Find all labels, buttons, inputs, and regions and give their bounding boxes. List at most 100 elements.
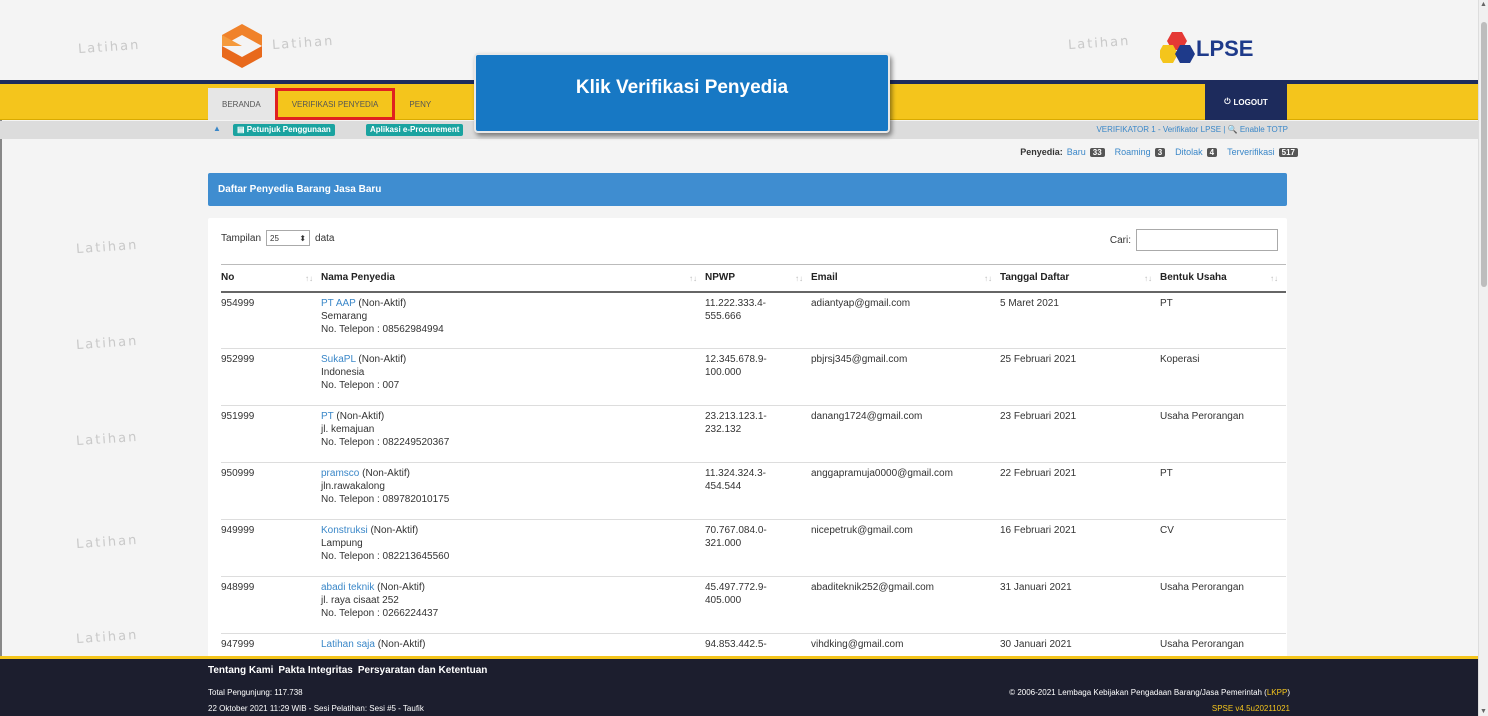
cell-nama: abadi teknik (Non-Aktif) jl. raya cisaat … — [321, 576, 705, 634]
user-info: VERIFIKATOR 1 - Verifikator LPSE | 🔍 Ena… — [1096, 125, 1288, 134]
petunjuk-label: Petunjuk Penggunaan — [246, 125, 331, 134]
cell-no: 949999 — [221, 519, 321, 577]
aplikasi-button[interactable]: Aplikasi e-Procurement — [366, 124, 464, 136]
search-control: Cari: — [1110, 229, 1278, 251]
cell-no: 951999 — [221, 405, 321, 463]
col-tanggal-label: Tanggal Daftar — [1000, 272, 1070, 284]
counter-ditolak-link[interactable]: Ditolak — [1175, 147, 1203, 157]
user-info-label: VERIFIKATOR 1 - Verifikator LPSE | — [1096, 125, 1228, 134]
table-row: 951999 PT (Non-Aktif) jl. kemajuan No. Tele… — [221, 405, 1286, 463]
version: SPSE v4.5u20211021 — [1211, 704, 1290, 713]
footer-links: Tentang Kami Pakta Integritas Persyarata… — [208, 665, 487, 676]
cell-nama: pramsco (Non-Aktif) jln.rawakalong No. Tel… — [321, 462, 705, 520]
footer-link-pakta[interactable]: Pakta Integritas — [278, 665, 352, 676]
instruction-callout: Klik Verifikasi Penyedia — [474, 53, 890, 133]
penyedia-telepon: No. Telepon : 08562984994 — [321, 323, 444, 335]
cell-tanggal: 23 Februari 2021 — [1000, 405, 1160, 463]
col-no[interactable]: No ↑↓ — [221, 264, 321, 293]
penyedia-link[interactable]: PT — [321, 411, 334, 422]
col-nama-label: Nama Penyedia — [321, 272, 395, 284]
lpse-logo: LPSE — [1158, 28, 1290, 68]
table-row: 952999 SukaPL (Non-Aktif) Indonesia No. Tel… — [221, 348, 1286, 406]
cell-tanggal: 22 Februari 2021 — [1000, 462, 1160, 520]
penyedia-link[interactable]: pramsco — [321, 468, 359, 479]
footer-link-tentang[interactable]: Tentang Kami — [208, 665, 273, 676]
enable-totp-link[interactable]: Enable TOTP — [1240, 125, 1288, 134]
col-email-label: Email — [811, 272, 838, 284]
penyedia-link[interactable]: Latihan saja — [321, 639, 375, 650]
penyedia-telepon: No. Telepon : 082213645560 — [321, 551, 450, 562]
cell-nama: SukaPL (Non-Aktif) Indonesia No. Telepon :… — [321, 348, 705, 406]
lkpp-link[interactable]: LKPP — [1267, 688, 1287, 697]
cell-npwp: 11.324.324.3- 454.544 — [705, 462, 811, 520]
scroll-down-icon[interactable]: ▼ — [1480, 708, 1487, 715]
counter-ditolak-badge: 4 — [1206, 147, 1218, 157]
cell-npwp: 70.767.084.0- 321.000 — [705, 519, 811, 577]
cell-email: nicepetruk@gmail.com — [811, 519, 1000, 577]
spse-logo-icon — [222, 24, 262, 68]
col-email[interactable]: Email ↑↓ — [811, 264, 1000, 293]
sort-icon: ↑↓ — [305, 274, 313, 283]
cell-email: abaditeknik252@gmail.com — [811, 576, 1000, 634]
penyedia-status: (Non-Aktif) — [355, 354, 407, 365]
copyright: © 2006-2021 Lembaga Kebijakan Pengadaan … — [1009, 688, 1290, 697]
tab-verifikasi-penyedia[interactable]: VERIFIKASI PENYEDIA — [274, 88, 396, 120]
cell-nama: Konstruksi (Non-Aktif) Lampung No. Telepon… — [321, 519, 705, 577]
penyedia-status: (Non-Aktif) — [355, 297, 407, 309]
cell-email: pbjrsj345@gmail.com — [811, 348, 1000, 406]
cell-npwp: 11.222.333.4- 555.666 — [705, 291, 811, 349]
table-row: 948999 abadi teknik (Non-Aktif) jl. raya c… — [221, 576, 1286, 634]
counter-terverifikasi-link[interactable]: Terverifikasi — [1227, 147, 1275, 157]
power-icon: ⏻ — [1224, 97, 1231, 106]
penyedia-link[interactable]: SukaPL — [321, 354, 356, 365]
npwp-part2: 555.666 — [705, 310, 742, 322]
counter-roaming-link[interactable]: Roaming — [1115, 147, 1151, 157]
cell-tanggal: 30 Januari 2021 — [1000, 633, 1160, 658]
logout-label: LOGOUT — [1233, 97, 1268, 107]
penyedia-link[interactable]: abadi teknik — [321, 582, 374, 593]
cell-no: 950999 — [221, 462, 321, 520]
npwp-part1: 11.324.324.3- — [705, 468, 766, 479]
cell-bentuk: PT — [1160, 291, 1286, 349]
cell-no: 948999 — [221, 576, 321, 634]
counter-baru-link[interactable]: Baru — [1067, 147, 1086, 157]
logout-button[interactable]: ⏻ LOGOUT — [1205, 84, 1287, 120]
penyedia-alamat: Lampung — [321, 538, 363, 549]
cell-nama: PT AAP (Non-Aktif) Semarang No. Telepon : … — [321, 291, 705, 349]
penyedia-link[interactable]: Konstruksi — [321, 525, 368, 536]
home-icon[interactable]: ▲ — [213, 124, 221, 133]
page-scrollbar[interactable]: ▲ ▼ — [1478, 0, 1488, 716]
lpse-logo-icon: LPSE — [1158, 32, 1253, 63]
col-bentuk-label: Bentuk Usaha — [1160, 272, 1227, 284]
cell-tanggal: 31 Januari 2021 — [1000, 576, 1160, 634]
tab-penyedia[interactable]: PENY — [395, 88, 445, 120]
sort-icon: ↑↓ — [689, 274, 697, 283]
col-tanggal[interactable]: Tanggal Daftar ↑↓ — [1000, 264, 1160, 293]
sort-icon: ↑↓ — [1144, 274, 1152, 283]
penyedia-alamat: Semarang — [321, 310, 368, 322]
page-size-select[interactable]: 25 ⬍ — [266, 230, 311, 246]
scroll-up-icon[interactable]: ▲ — [1480, 1, 1487, 8]
penyedia-telepon: No. Telepon : 089782010175 — [321, 494, 450, 505]
col-no-label: No — [221, 272, 235, 284]
penyedia-status: (Non-Aktif) — [359, 468, 410, 479]
counters-label: Penyedia: — [1020, 147, 1063, 157]
npwp-part1: 45.497.772.9- — [705, 582, 767, 593]
penyedia-alamat: Indonesia — [321, 367, 365, 378]
footer-link-persyaratan[interactable]: Persyaratan dan Ketentuan — [358, 665, 488, 676]
penyedia-status: (Non-Aktif) — [374, 639, 426, 650]
penyedia-link[interactable]: PT AAP — [321, 298, 356, 309]
tab-beranda[interactable]: BERANDA — [208, 88, 275, 120]
search-input[interactable] — [1136, 229, 1278, 251]
penyedia-table: No ↑↓ Nama Penyedia ↑↓ NPWP ↑↓ Email ↑↓ Tang… — [221, 264, 1286, 658]
show-label: Tampilan — [221, 232, 262, 244]
scroll-thumb[interactable] — [1481, 22, 1487, 287]
cell-bentuk: CV — [1160, 519, 1286, 577]
npwp-part1: 23.213.123.1- — [705, 411, 767, 422]
sort-icon: ↑↓ — [984, 274, 992, 283]
petunjuk-button[interactable]: ▤ Petunjuk Penggunaan — [233, 124, 335, 136]
col-nama[interactable]: Nama Penyedia ↑↓ — [321, 264, 705, 293]
copyright-text: © 2006-2021 Lembaga Kebijakan Pengadaan … — [1009, 688, 1267, 697]
col-npwp[interactable]: NPWP ↑↓ — [705, 264, 811, 293]
col-bentuk[interactable]: Bentuk Usaha ↑↓ — [1160, 264, 1286, 293]
